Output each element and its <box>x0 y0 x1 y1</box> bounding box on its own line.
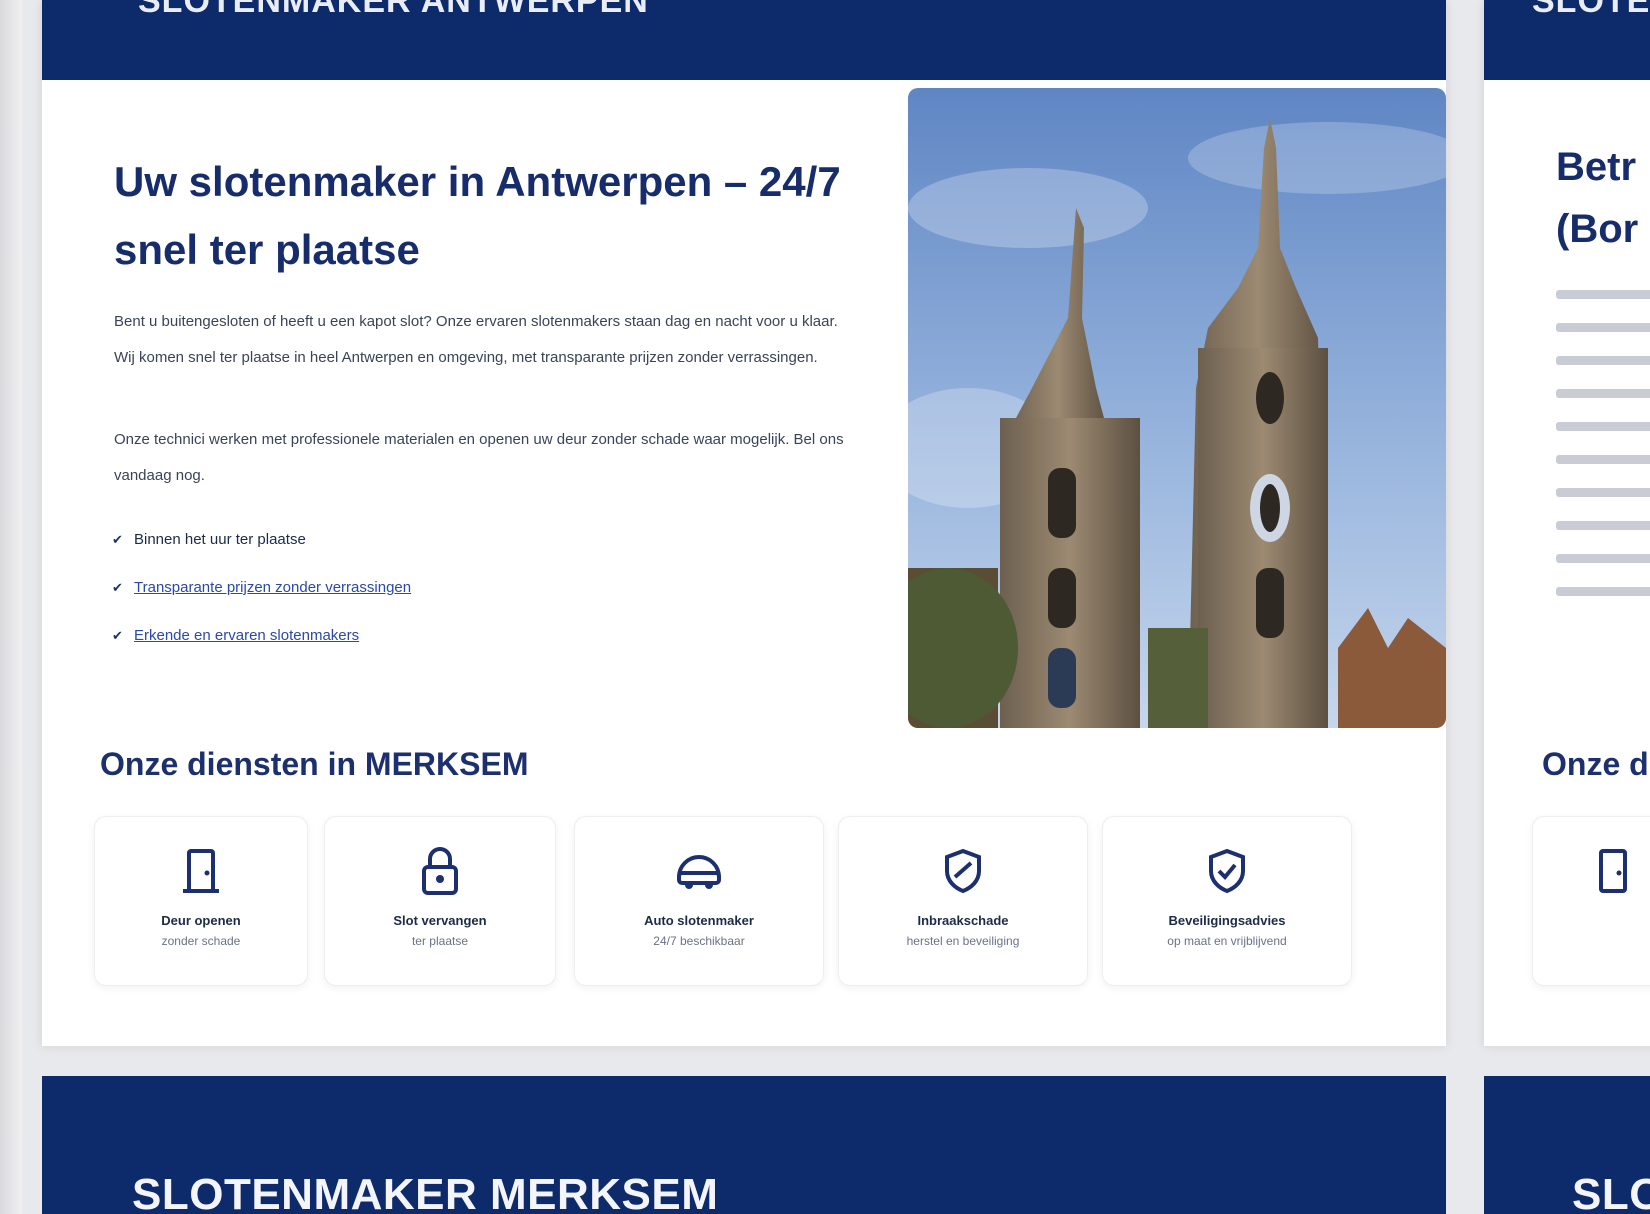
service-card-damage[interactable]: Inbraakschade herstel en beveiliging <box>838 816 1088 986</box>
adjacent-hero-title: Betr (Bor <box>1556 145 1639 251</box>
adjacent-services-heading: Onze d <box>1542 746 1649 782</box>
services-heading: Onze diensten in MERKSEM <box>100 746 529 782</box>
shield-icon <box>945 848 981 894</box>
car-icon <box>677 855 721 889</box>
door-icon <box>183 849 219 893</box>
adjacent-service-card[interactable] <box>1532 816 1650 986</box>
next-section-banner: SLOTENMAKER MERKSEM <box>42 1076 1446 1214</box>
cathedral-illustration <box>908 88 1446 728</box>
service-card-lock[interactable]: Slot vervangen ter plaatse <box>324 816 556 986</box>
service-subtitle: op maat en vrijblijvend <box>1167 934 1287 948</box>
checklist-item-text[interactable]: Erkende en ervaren slotenmakers <box>134 624 359 648</box>
service-card-car[interactable]: Auto slotenmaker 24/7 beschikbaar <box>574 816 824 986</box>
left-edge-strip <box>0 0 22 1214</box>
service-subtitle: zonder schade <box>161 934 241 948</box>
service-title: Slot vervangen <box>393 913 487 928</box>
checkmark-icon: ✔ <box>112 580 123 595</box>
intro-paragraph: Bent u buitengesloten of heeft u een kap… <box>114 313 838 366</box>
service-subtitle: 24/7 beschikbaar <box>653 934 745 948</box>
service-title: Auto slotenmaker <box>644 913 754 928</box>
checklist-item-link[interactable]: ✔ Transparante prijzen zonder verrassing… <box>112 576 411 624</box>
service-subtitle: ter plaatse <box>411 934 469 948</box>
service-subtitle: herstel en beveiliging <box>906 934 1020 948</box>
header-title: SLOTENMAKER ANTWERPEN <box>138 0 649 20</box>
service-title: Deur openen <box>161 913 241 928</box>
secondary-paragraph: Onze technici werken met professionele m… <box>114 431 844 484</box>
door-icon <box>1599 849 1627 893</box>
cathedral-photo <box>908 88 1446 728</box>
shield-check-icon <box>1209 848 1245 894</box>
service-card-advice[interactable]: Beveiligingsadvies op maat en vrijblijve… <box>1102 816 1352 986</box>
adjacent-next-title: SLO <box>1572 1170 1650 1214</box>
hero-title: Uw slotenmaker in Antwerpen – 24/7 snel … <box>114 158 841 273</box>
checkmark-icon: ✔ <box>112 628 123 643</box>
adjacent-text-lines <box>1556 290 1650 620</box>
checklist-item: ✔ Binnen het uur ter plaatse <box>112 528 411 576</box>
next-section-title: SLOTENMAKER MERKSEM <box>132 1170 719 1214</box>
service-card-door[interactable]: Deur openen zonder schade <box>94 816 308 986</box>
service-title: Beveiligingsadvies <box>1168 913 1286 928</box>
checklist-item-text: Binnen het uur ter plaatse <box>134 531 306 548</box>
checklist-item-link[interactable]: ✔ Erkende en ervaren slotenmakers <box>112 624 411 672</box>
main-page-panel: SLOTENMAKER ANTWERPEN Uw slotenmaker in … <box>42 0 1446 1046</box>
adjacent-page-panel: SLOTENMAKER Betr (Bor Onze d <box>1484 0 1650 1046</box>
top-header-bar: SLOTENMAKER ANTWERPEN <box>42 0 1446 80</box>
adjacent-header-bar: SLOTENMAKER <box>1484 0 1650 80</box>
adjacent-header-title: SLOTENMAKER <box>1532 0 1650 20</box>
checklist-item-text[interactable]: Transparante prijzen zonder verrassingen <box>134 576 411 600</box>
service-title: Inbraakschade <box>917 913 1009 928</box>
benefits-checklist: ✔ Binnen het uur ter plaatse ✔ Transpara… <box>112 528 411 672</box>
adjacent-next-banner: SLO <box>1484 1076 1650 1214</box>
padlock-icon <box>422 847 458 895</box>
checkmark-icon: ✔ <box>112 532 123 547</box>
